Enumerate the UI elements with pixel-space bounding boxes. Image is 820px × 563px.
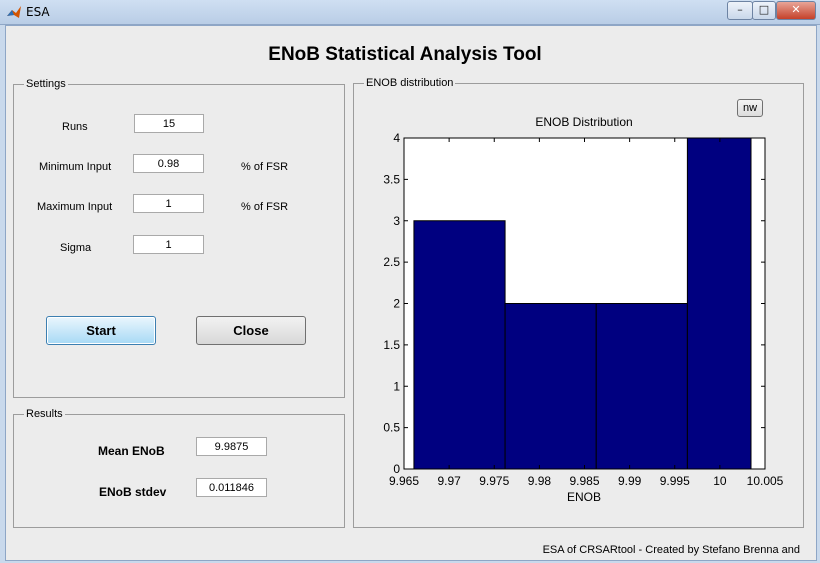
minimize-button[interactable]: – — [727, 1, 753, 20]
y-tick-label: 1 — [393, 379, 400, 393]
y-tick-label: 4 — [393, 131, 400, 145]
distribution-legend: ENOB distribution — [366, 77, 454, 89]
enob-stdev-value: 0.011846 — [196, 478, 267, 497]
maximize-button[interactable]: □ — [752, 1, 776, 20]
enob-stdev-label: ENoB stdev — [99, 485, 167, 499]
results-panel: Results — [13, 408, 345, 528]
close-button[interactable]: Close — [196, 316, 306, 345]
start-button[interactable]: Start — [46, 316, 156, 345]
minimum-input-field[interactable]: 0.98 — [133, 154, 204, 173]
minimum-input-unit: % of FSR — [241, 161, 289, 173]
maximum-input-field[interactable]: 1 — [133, 194, 204, 213]
sigma-label: Sigma — [60, 242, 92, 254]
settings-legend: Settings — [26, 78, 66, 90]
x-tick-label: 9.995 — [660, 474, 690, 488]
page-title: ENoB Statistical Analysis Tool — [268, 44, 542, 65]
window-title: ESA — [26, 5, 50, 19]
x-tick-label: 9.965 — [389, 474, 419, 488]
x-tick-label: 10 — [713, 474, 727, 488]
histogram-bar-2 — [595, 303, 688, 470]
mean-enob-value: 9.9875 — [196, 437, 267, 456]
y-tick-label: 0.5 — [383, 421, 400, 435]
close-window-button[interactable]: ✕ — [776, 1, 816, 20]
maximum-input-unit: % of FSR — [241, 201, 289, 213]
matlab-app-icon — [7, 6, 21, 18]
y-tick-label: 2.5 — [383, 255, 400, 269]
x-tick-label: 9.975 — [479, 474, 509, 488]
x-tick-label: 9.98 — [528, 474, 552, 488]
y-tick-label: 3 — [393, 214, 400, 228]
x-tick-label: 10.005 — [747, 474, 784, 488]
y-tick-label: 2 — [393, 297, 400, 311]
x-axis-label: ENOB — [567, 490, 601, 504]
y-tick-label: 3.5 — [383, 172, 400, 186]
results-legend: Results — [26, 408, 63, 420]
y-tick-label: 1.5 — [383, 338, 400, 352]
chart-title: ENOB Distribution — [535, 115, 632, 129]
maximum-input-label: Maximum Input — [37, 201, 113, 213]
footer-credit: ESA of CRSARtool - Created by Stefano Br… — [542, 544, 800, 556]
enob-histogram-chart: ENOB Distribution 9.965 9.97 9.975 9.98 9.98… — [383, 115, 784, 504]
window-titlebar: ESA – □ ✕ — [0, 0, 820, 25]
mean-enob-label: Mean ENoB — [98, 444, 165, 458]
histogram-bar-1 — [504, 303, 597, 470]
sigma-input[interactable]: 1 — [133, 235, 204, 254]
x-tick-label: 9.99 — [618, 474, 642, 488]
histogram-bar-3 — [686, 137, 752, 470]
runs-input[interactable]: 15 — [134, 114, 204, 133]
x-tick-label: 9.97 — [437, 474, 461, 488]
x-tick-label: 9.985 — [569, 474, 599, 488]
runs-label: Runs — [62, 121, 88, 133]
y-tick-label: 0 — [393, 462, 400, 476]
histogram-bar-0 — [413, 220, 506, 470]
minimum-input-label: Minimum Input — [39, 161, 112, 173]
